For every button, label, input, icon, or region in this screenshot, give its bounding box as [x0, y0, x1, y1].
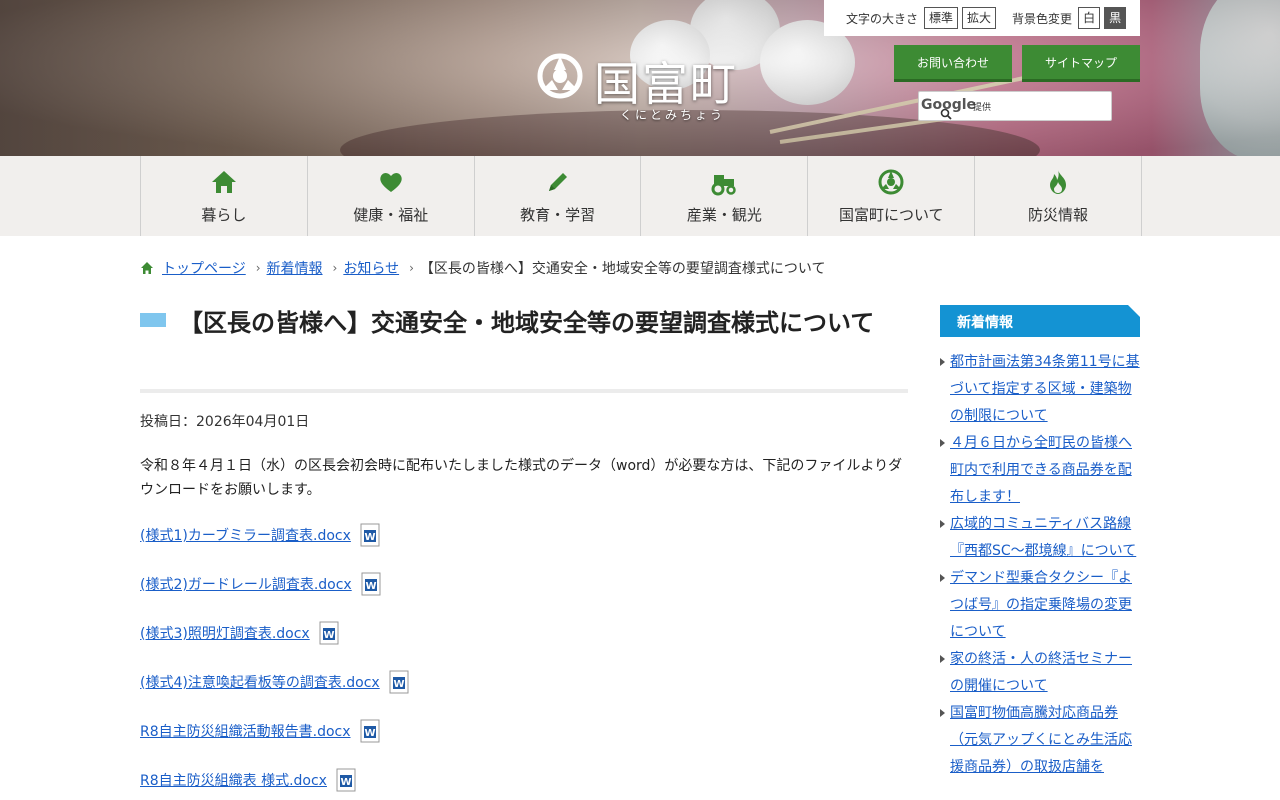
list-item: 広域的コミュニティバス路線『西都SC～郡境線』について	[940, 511, 1140, 565]
town-emblem-icon	[878, 169, 904, 195]
nav-label: 教育・学習	[520, 206, 596, 224]
bg-color-label: 背景色変更	[1012, 11, 1073, 26]
nav-item-health[interactable]: 健康・福祉	[308, 156, 475, 236]
heart-icon	[380, 173, 402, 192]
svg-text:W: W	[340, 777, 351, 788]
nav-item-kurashi[interactable]: 暮らし	[141, 156, 308, 236]
home-icon	[141, 262, 153, 274]
file-download-item: R8自主防災組織表 様式.docx W	[140, 768, 356, 792]
news-link[interactable]: ４月６日から全町民の皆様へ町内で利用できる商品券を配布します！	[950, 435, 1132, 505]
svg-text:W: W	[365, 581, 376, 592]
chevron-right-icon: ›	[409, 261, 414, 275]
search-icon	[940, 108, 952, 120]
search-input[interactable]: Google 提供	[918, 91, 1112, 121]
contact-button[interactable]: お問い合わせ	[894, 45, 1012, 79]
file-download-item: (様式1)カーブミラー調査表.docx W	[140, 523, 380, 547]
flame-icon	[1050, 170, 1067, 194]
text-size-large-button[interactable]: 拡大	[962, 6, 997, 30]
site-header: 国富町 くにとみちょう 文字の大きさ 標準 拡大 背景色変更 白 黒 お問い合わ…	[0, 0, 1280, 156]
news-link[interactable]: 広域的コミュニティバス路線『西都SC～郡境線』について	[950, 516, 1136, 559]
svg-text:W: W	[393, 679, 404, 690]
word-file-icon: W	[389, 670, 409, 694]
nav-label: 暮らし	[201, 206, 247, 224]
site-name: 国富町	[594, 57, 738, 111]
word-file-icon: W	[336, 768, 356, 792]
breadcrumb-current: 【区長の皆様へ】交通安全・地域安全等の要望調査様式について	[419, 261, 826, 277]
word-file-icon: W	[319, 621, 339, 645]
file-link[interactable]: R8自主防災組織表 様式.docx	[140, 770, 327, 790]
news-link[interactable]: 家の終活・人の終活セミナーの開催について	[950, 651, 1132, 694]
nav-label: 防災情報	[1028, 206, 1089, 224]
nav-label: 国富町について	[838, 206, 944, 224]
nav-item-industry[interactable]: 産業・観光	[641, 156, 809, 236]
breadcrumb-notice-link[interactable]: お知らせ	[343, 258, 399, 278]
news-link[interactable]: デマンド型乗合タクシー『よつば号』の指定乗降場の変更について	[950, 570, 1132, 640]
file-download-item: R8自主防災組織活動報告書.docx W	[140, 719, 380, 743]
site-name-kana: くにとみちょう	[620, 108, 726, 122]
divider	[140, 389, 908, 393]
site-logo[interactable]: 国富町 くにとみちょう	[536, 50, 756, 130]
pencil-icon	[548, 173, 567, 191]
title-accent	[140, 313, 166, 327]
nav-item-education[interactable]: 教育・学習	[475, 156, 642, 236]
post-date: 投稿日：2026年04月01日	[140, 414, 310, 430]
chevron-right-icon: ›	[332, 261, 338, 275]
list-item: 国富町物価高騰対応商品券（元気アップくにとみ生活応援商品券）の取扱店舗を	[940, 700, 1140, 781]
town-emblem-icon	[537, 53, 583, 99]
file-download-item: (様式3)照明灯調査表.docx W	[140, 621, 339, 645]
file-link[interactable]: (様式2)ガードレール調査表.docx	[140, 574, 352, 594]
text-size-standard-button[interactable]: 標準	[924, 6, 959, 30]
chevron-right-icon: ›	[255, 261, 261, 275]
page-title: 【区長の皆様へ】交通安全・地域安全等の要望調査様式について	[179, 309, 875, 337]
file-link[interactable]: R8自主防災組織活動報告書.docx	[140, 721, 351, 741]
bg-white-button[interactable]: 白	[1078, 6, 1101, 30]
file-link[interactable]: (様式4)注意喚起看板等の調査表.docx	[140, 672, 380, 692]
svg-text:W: W	[364, 728, 375, 739]
bg-black-button[interactable]: 黒	[1104, 6, 1127, 30]
word-file-icon: W	[361, 572, 381, 596]
file-link[interactable]: (様式1)カーブミラー調査表.docx	[140, 525, 351, 545]
nav-label: 健康・福祉	[353, 206, 429, 224]
word-file-icon: W	[360, 523, 380, 547]
svg-text:W: W	[364, 532, 375, 543]
accessibility-toolbar: 文字の大きさ 標準 拡大 背景色変更 白 黒	[824, 0, 1140, 36]
list-item: ４月６日から全町民の皆様へ町内で利用できる商品券を配布します！	[940, 430, 1140, 511]
home-icon	[211, 171, 236, 193]
news-link[interactable]: 国富町物価高騰対応商品券（元気アップくにとみ生活応援商品券）の取扱店舗を	[950, 705, 1132, 775]
breadcrumb: トップページ › 新着情報 › お知らせ › 【区長の皆様へ】交通安全・地域安全…	[140, 258, 826, 278]
breadcrumb-home-link[interactable]: トップページ	[162, 258, 246, 278]
file-download-item: (様式2)ガードレール調査表.docx W	[140, 572, 381, 596]
sitemap-button[interactable]: サイトマップ	[1022, 45, 1140, 79]
list-item: 都市計画法第34条第11号に基づいて指定する区域・建築物の制限について	[940, 349, 1140, 430]
list-item: デマンド型乗合タクシー『よつば号』の指定乗降場の変更について	[940, 565, 1140, 646]
word-file-icon: W	[360, 719, 380, 743]
nav-item-about[interactable]: 国富町について	[808, 156, 976, 236]
svg-text:W: W	[323, 630, 334, 641]
global-nav: 暮らし 健康・福祉 教育・学習 産業・観光 国富町について 防災情報	[0, 156, 1280, 236]
file-download-item: (様式4)注意喚起看板等の調査表.docx W	[140, 670, 409, 694]
sidebar-heading: 新着情報	[940, 305, 1140, 337]
file-link[interactable]: (様式3)照明灯調査表.docx	[140, 623, 310, 643]
news-list: 都市計画法第34条第11号に基づいて指定する区域・建築物の制限について ４月６日…	[940, 349, 1140, 781]
nav-label: 産業・観光	[686, 206, 762, 224]
search-provider-label: 提供	[973, 103, 992, 113]
news-link[interactable]: 都市計画法第34条第11号に基づいて指定する区域・建築物の制限について	[950, 354, 1140, 424]
text-size-label: 文字の大きさ	[846, 11, 919, 26]
list-item: 家の終活・人の終活セミナーの開催について	[940, 646, 1140, 700]
tractor-icon	[711, 175, 737, 196]
nav-item-disaster[interactable]: 防災情報	[975, 156, 1142, 236]
article-body: 令和８年４月１日（水）の区長会初会時に配布いたしました様式のデータ（word）が…	[140, 458, 903, 498]
breadcrumb-news-link[interactable]: 新着情報	[267, 258, 323, 278]
